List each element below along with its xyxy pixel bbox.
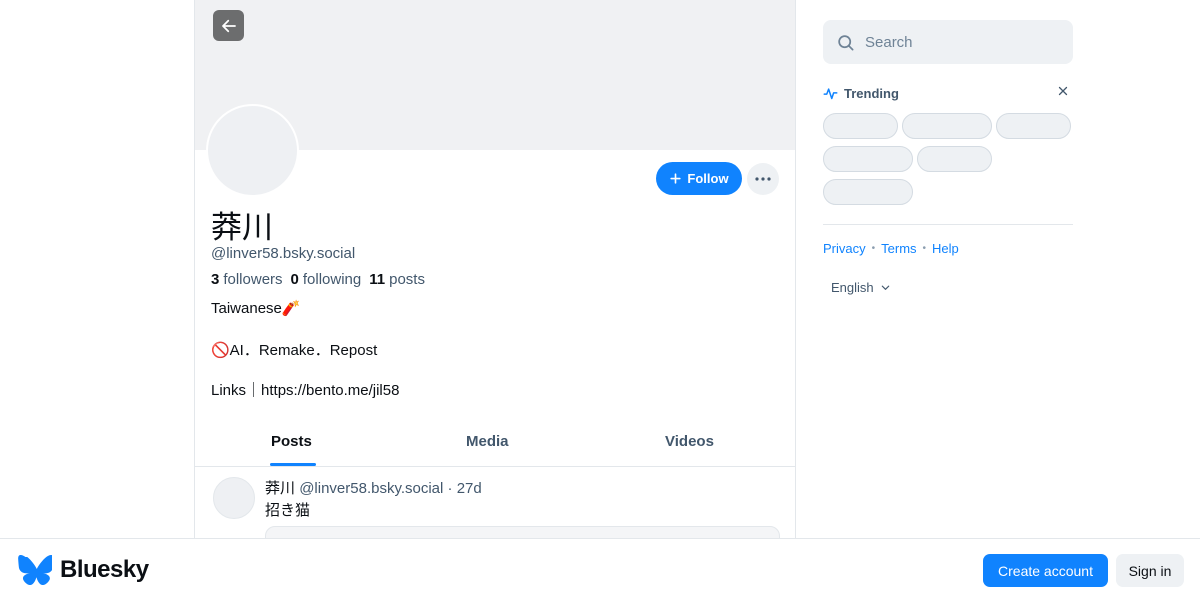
page: Follow 莽川 @linver58.bsky.social 3 followe… (0, 0, 1200, 600)
following-count: 0 (290, 271, 299, 288)
privacy-link[interactable]: Privacy (823, 241, 866, 256)
butterfly-logo-icon (18, 555, 52, 585)
profile-stats: 3 followers 0 following 11 posts (211, 271, 425, 288)
profile-handle: @linver58.bsky.social (211, 245, 356, 262)
ellipsis-icon (755, 177, 771, 181)
followers-label: followers (223, 271, 283, 288)
create-account-button[interactable]: Create account (983, 554, 1108, 587)
feed-post[interactable]: 莽川 @linver58.bsky.social · 27d 招き猫 (195, 467, 795, 538)
tab-media[interactable]: Media (466, 433, 509, 450)
posts-label: posts (389, 271, 425, 288)
search-icon (838, 34, 854, 50)
help-link[interactable]: Help (932, 241, 959, 256)
brand-name: Bluesky (60, 556, 149, 583)
sidebar-divider (823, 224, 1073, 225)
sign-in-button[interactable]: Sign in (1116, 554, 1184, 587)
link-separator: • (922, 243, 927, 254)
terms-link[interactable]: Terms (881, 241, 916, 256)
trending-topic-placeholder[interactable] (823, 146, 913, 172)
bio-link-line[interactable]: Links｜https://bento.me/jil58 (211, 379, 399, 400)
post-time[interactable]: 27d (457, 480, 482, 497)
posts-stat: 11 posts (369, 271, 425, 288)
trending-pulse-icon (823, 87, 838, 99)
post-separator: · (447, 480, 453, 497)
profile-avatar[interactable] (206, 104, 299, 197)
post-header: 莽川 @linver58.bsky.social · 27d (265, 477, 482, 498)
followers-link[interactable]: 3 followers (211, 271, 283, 288)
back-button[interactable] (213, 10, 244, 41)
language-label: English (831, 280, 874, 295)
following-label: following (302, 271, 362, 288)
follow-button-label: Follow (687, 171, 729, 186)
trending-topic-placeholder[interactable] (823, 179, 913, 205)
active-tab-indicator (270, 463, 316, 466)
search-bar[interactable] (823, 20, 1073, 64)
more-options-button[interactable] (747, 163, 779, 195)
follow-button[interactable]: Follow (656, 162, 742, 195)
trending-topic-placeholder[interactable] (902, 113, 992, 139)
post-text: 招き猫 (265, 501, 311, 519)
profile-column: Follow 莽川 @linver58.bsky.social 3 followe… (194, 0, 796, 538)
followers-count: 3 (211, 271, 220, 288)
post-author-avatar[interactable] (213, 477, 255, 519)
plus-icon (670, 173, 682, 184)
search-input[interactable] (865, 33, 1055, 51)
bio-line: Taiwanese🧨 (211, 300, 301, 317)
post-author-handle[interactable]: @linver58.bsky.social (299, 480, 443, 497)
close-icon[interactable] (1057, 85, 1069, 97)
post-author-name[interactable]: 莽川 (265, 479, 295, 497)
trending-header: Trending (823, 84, 1073, 102)
following-link[interactable]: 0 following (291, 271, 362, 288)
language-select[interactable]: English (831, 280, 891, 295)
tab-posts[interactable]: Posts (271, 433, 312, 450)
bio-line: 🚫AI．Remake．Repost (211, 342, 378, 359)
trending-topic-placeholder[interactable] (996, 113, 1071, 139)
post-image[interactable] (265, 526, 780, 538)
posts-count: 11 (369, 271, 386, 288)
bottom-bar: Bluesky Create account Sign in (0, 538, 1200, 600)
trending-topic-placeholder[interactable] (823, 113, 898, 139)
link-separator: • (871, 243, 876, 254)
trending-title: Trending (844, 85, 899, 101)
trending-topic-placeholder[interactable] (917, 146, 992, 172)
arrow-left-icon (221, 19, 236, 32)
brand[interactable]: Bluesky (18, 555, 149, 585)
profile-tabs: Posts Media Videos (195, 425, 795, 467)
profile-display-name: 莽川 (211, 210, 273, 246)
tab-videos[interactable]: Videos (665, 433, 714, 450)
footer-links: Privacy • Terms • Help (823, 241, 959, 256)
chevron-down-icon (881, 285, 889, 290)
